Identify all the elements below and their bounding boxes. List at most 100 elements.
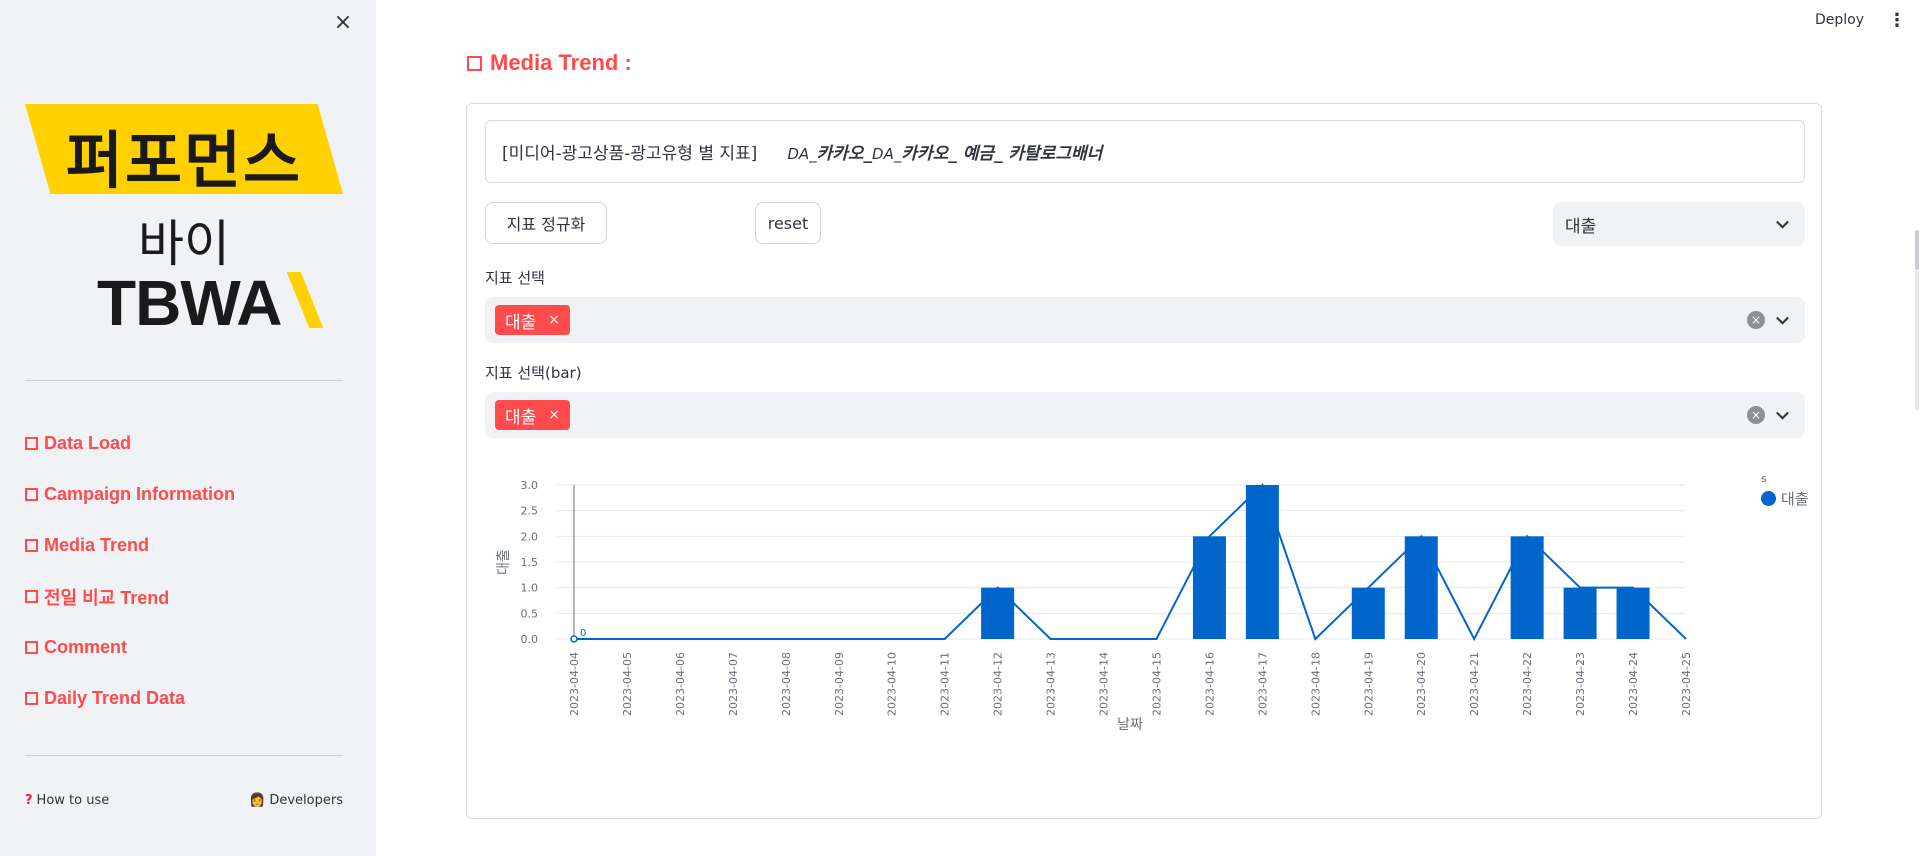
sidebar-divider (25, 380, 343, 381)
bar (1616, 587, 1650, 639)
legend-item[interactable]: 대출 (1761, 488, 1809, 509)
x-tick-label: 2023-04-06 (674, 652, 687, 716)
sidebar-nav: Data Load Campaign Information Media Tre… (25, 418, 345, 724)
x-axis-title: 날짜 (1117, 717, 1143, 733)
info-value-part: DA_ (872, 145, 902, 163)
bar (1192, 536, 1226, 639)
bar (1404, 536, 1438, 639)
tag-label: 대출 (505, 312, 537, 333)
info-value: DA_카카오_DA_카카오_ 예금_ 카탈로그배너 (787, 139, 1102, 164)
x-tick-label: 2023-04-15 (1150, 652, 1163, 716)
x-tick-label: 2023-04-20 (1415, 652, 1428, 716)
selected-tag: 대출 × (495, 400, 571, 430)
media-trend-card: [미디어-광고상품-광고유형 별 지표] DA_카카오_DA_카카오_ 예금_ … (466, 103, 1822, 819)
y-tick-label: 1.0 (521, 582, 539, 595)
y-tick-label: 3.0 (521, 479, 539, 492)
main-menu-icon[interactable]: ⋮ (1888, 10, 1906, 31)
x-tick-label: 2023-04-19 (1362, 652, 1375, 716)
metric-multiselect[interactable]: 대출 × × (485, 297, 1805, 343)
chevron-down-icon (1776, 406, 1789, 420)
how-to-use-link[interactable]: ? How to use (25, 793, 109, 808)
sidebar-item-label: Daily Trend Data (44, 688, 186, 708)
x-tick-label: 2023-04-08 (780, 652, 793, 716)
logo-title: 퍼포먼스 (65, 124, 303, 197)
bar-multiselect-label: 지표 선택(bar) (485, 364, 582, 382)
checkbox-icon (467, 55, 482, 71)
sidebar-item-label: Media Trend (44, 535, 150, 555)
metric-multiselect-label: 지표 선택 (485, 269, 545, 287)
y-tick-label: 0.5 (521, 607, 539, 620)
x-tick-label: 2023-04-21 (1468, 652, 1481, 716)
checkbox-icon (25, 692, 38, 705)
clear-icon[interactable]: × (1747, 311, 1765, 329)
x-tick-label: 2023-04-13 (1045, 652, 1058, 716)
checkbox-icon (25, 641, 38, 654)
logo-slash-shape (286, 272, 324, 328)
x-tick-label: 2023-04-10 (886, 652, 899, 716)
bar (1510, 536, 1544, 639)
remove-tag-icon[interactable]: × (548, 407, 560, 423)
scrollbar-track[interactable] (1915, 270, 1919, 410)
section-title: Media Trend : (467, 50, 632, 76)
checkbox-icon (25, 539, 38, 552)
sidebar-item-daily-trend-data[interactable]: Daily Trend Data (25, 673, 345, 724)
clear-icon[interactable]: × (1747, 406, 1765, 424)
normalize-button[interactable]: 지표 정규화 (485, 202, 607, 244)
selected-tag: 대출 × (495, 305, 571, 335)
sidebar-item-media-trend[interactable]: Media Trend (25, 520, 345, 571)
developers-label: Developers (269, 793, 343, 808)
remove-tag-icon[interactable]: × (548, 312, 560, 328)
bar-metric-multiselect[interactable]: 대출 × × (485, 392, 1805, 438)
info-value-part: 카카오_ 예금_ 카탈로그배너 (901, 144, 1103, 164)
y-tick-label: 1.5 (521, 556, 539, 569)
legend-swatch (1761, 491, 1776, 506)
sidebar-footer: ? How to use 👩 Developers (25, 793, 343, 808)
info-box: [미디어-광고상품-광고유형 별 지표] DA_카카오_DA_카카오_ 예금_ … (485, 120, 1805, 183)
x-tick-label: 2023-04-17 (1256, 652, 1269, 716)
sidebar-item-label: 전일 비교 Trend (44, 587, 170, 608)
sidebar-item-label: Campaign Information (44, 484, 236, 504)
section-title-text: Media Trend : (490, 50, 632, 75)
x-tick-label: 2023-04-09 (833, 652, 846, 716)
x-tick-label: 2023-04-12 (992, 652, 1005, 716)
reset-button[interactable]: reset (755, 202, 821, 244)
how-to-use-label: How to use (36, 793, 110, 808)
chart-svg: 0.0 0.5 1.0 1.5 2.0 2.5 3.0 0 2023-04-04 2023-04-… (496, 479, 1693, 733)
metric-select-value: 대출 (1565, 216, 1597, 237)
x-tick-label: 2023-04-05 (621, 652, 634, 716)
logo-brand: TBWA (97, 267, 282, 339)
y-axis-title: 대출 (496, 549, 512, 575)
legend-title: s (1761, 472, 1767, 485)
sidebar-item-label: Comment (44, 637, 128, 657)
tag-label: 대출 (505, 407, 537, 428)
sidebar-item-campaign-information[interactable]: Campaign Information (25, 469, 345, 520)
info-value-part: DA_ (787, 145, 817, 163)
sidebar-divider (25, 755, 343, 756)
x-tick-label: 2023-04-22 (1521, 652, 1534, 716)
x-tick-label: 2023-04-11 (939, 652, 952, 716)
info-value-part: 카카오_ (816, 144, 873, 164)
trend-chart[interactable]: 0.0 0.5 1.0 1.5 2.0 2.5 3.0 0 2023-04-04 2023-04-… (485, 454, 1815, 774)
x-tick-label: 2023-04-18 (1309, 652, 1322, 716)
bar (1245, 485, 1279, 639)
deploy-button[interactable]: Deploy (1815, 12, 1864, 28)
bar (1563, 587, 1597, 639)
sidebar-item-label: Data Load (44, 433, 132, 453)
scrollbar-thumb[interactable] (1915, 230, 1919, 270)
metric-select[interactable]: 대출 (1553, 202, 1805, 246)
x-tick-label: 2023-04-07 (727, 652, 740, 716)
person-icon: 👩 (249, 793, 266, 808)
y-tick-label: 0.0 (521, 633, 539, 646)
developers-link[interactable]: 👩 Developers (249, 793, 343, 808)
checkbox-icon (25, 590, 38, 603)
line-point (570, 635, 578, 643)
logo: 퍼포먼스 바이 TBWA (25, 104, 345, 339)
sidebar-item-daily-compare-trend[interactable]: 전일 비교 Trend (25, 571, 345, 622)
x-tick-label: 2023-04-25 (1680, 652, 1693, 716)
x-tick-label: 2023-04-16 (1203, 652, 1216, 716)
legend-label: 대출 (1781, 490, 1809, 508)
sidebar-item-comment[interactable]: Comment (25, 622, 345, 673)
sidebar-item-data-load[interactable]: Data Load (25, 418, 345, 469)
sidebar: × 퍼포먼스 바이 TBWA Data Load Campaign Inform… (0, 0, 376, 856)
close-sidebar-icon[interactable]: × (332, 12, 354, 34)
